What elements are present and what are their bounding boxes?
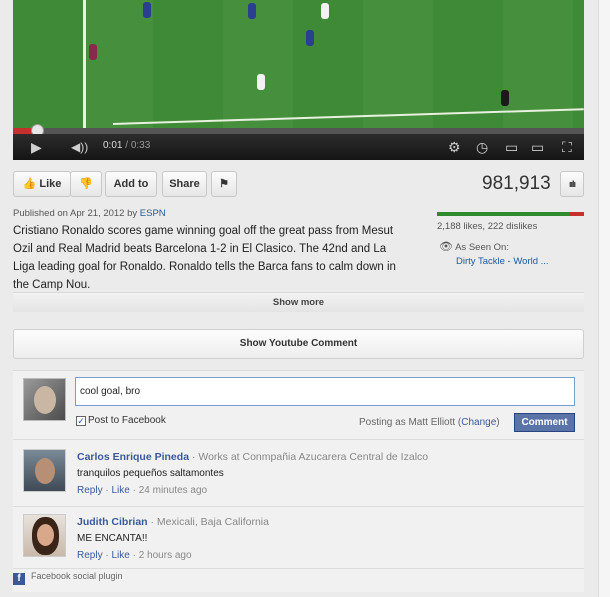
as-seen-on-link[interactable]: Dirty Tackle - World ... <box>456 256 549 267</box>
comment-author: Carlos Enrique Pineda · Works at Conmpañ… <box>77 451 429 463</box>
as-seen-on: 👁 As Seen On: <box>439 241 509 253</box>
view-count: 981,913 <box>482 173 551 194</box>
checkbox-icon[interactable]: ✓ <box>76 416 86 426</box>
like-ratio-bar <box>437 212 584 216</box>
small-player-icon[interactable]: ▭ <box>505 137 518 157</box>
reply-link[interactable]: Reply <box>77 550 103 561</box>
author-link[interactable]: Carlos Enrique Pineda <box>77 451 189 463</box>
comment-text: tranquilos pequeños saltamontes <box>77 468 224 479</box>
add-to-button[interactable]: Add to <box>105 171 157 197</box>
reply-link[interactable]: Reply <box>77 485 103 496</box>
likes-dislikes: 2,188 likes, 222 dislikes <box>437 221 538 232</box>
facebook-comments-plugin: ✓Post to Facebook Posting as Matt Elliot… <box>13 370 584 592</box>
channel-link[interactable]: ESPN <box>140 208 166 219</box>
scrollbar[interactable] <box>598 0 610 597</box>
share-button[interactable]: Share <box>162 171 207 197</box>
author-link[interactable]: Judith Cibrian <box>77 516 148 528</box>
avatar <box>23 378 66 421</box>
flag-icon: ⚑ <box>219 178 229 190</box>
thumbs-up-icon: 👍 <box>22 178 37 190</box>
like-ratio-fill <box>437 212 570 216</box>
published-info: Published on Apr 21, 2012 by ESPN <box>13 208 166 219</box>
like-link[interactable]: Like <box>111 550 129 561</box>
comment-input[interactable] <box>75 377 575 406</box>
divider <box>13 506 584 507</box>
player-controls: ▶ ◀)) 0:01 / 0:33 ⚙ ◷ ▭ ▭ ⛶ <box>13 134 584 160</box>
large-player-icon[interactable]: ▭ <box>531 137 544 157</box>
eye-icon: 👁 <box>439 241 453 253</box>
comment-actions: Reply · Like · 2 hours ago <box>77 550 192 561</box>
thumbs-down-icon: 👎 <box>79 178 93 190</box>
avatar[interactable] <box>23 514 66 557</box>
like-button[interactable]: 👍 Like <box>13 171 71 197</box>
facebook-icon: f <box>13 573 25 585</box>
divider <box>13 568 584 569</box>
facebook-social-plugin[interactable]: f Facebook social plugin <box>13 571 123 585</box>
dislike-button[interactable]: 👎 <box>70 171 102 197</box>
video-player[interactable]: ▶ ◀)) 0:01 / 0:33 ⚙ ◷ ▭ ▭ ⛶ <box>13 0 584 160</box>
divider <box>13 439 584 440</box>
flag-button[interactable]: ⚑ <box>211 171 237 197</box>
volume-icon[interactable]: ◀)) <box>71 137 88 157</box>
posting-as: Posting as Matt Elliott (Change) <box>359 417 500 428</box>
show-youtube-comment-button[interactable]: Show Youtube Comment <box>13 329 584 359</box>
watch-later-icon[interactable]: ◷ <box>476 137 488 157</box>
video-description: Cristiano Ronaldo scores game winning go… <box>13 225 396 291</box>
play-icon[interactable]: ▶ <box>31 137 42 157</box>
show-more-button[interactable]: Show more <box>13 292 584 312</box>
gear-icon[interactable]: ⚙ <box>448 137 461 157</box>
fullscreen-icon[interactable]: ⛶ <box>562 137 572 157</box>
stats-button[interactable]: ıılı <box>560 171 584 197</box>
video-frame[interactable] <box>13 0 584 128</box>
post-to-facebook-checkbox[interactable]: ✓ Post to Facebook <box>76 415 166 426</box>
time-display: 0:01 / 0:33 <box>103 140 151 151</box>
comment-text: ME ENCANTA!! <box>77 533 148 544</box>
bar-chart-icon: ıılı <box>568 179 576 189</box>
like-link[interactable]: Like <box>111 485 129 496</box>
comment-author: Judith Cibrian · Mexicali, Baja Californ… <box>77 516 269 528</box>
comment-button[interactable]: Comment <box>514 413 575 432</box>
change-account-link[interactable]: Change <box>461 417 496 428</box>
avatar[interactable] <box>23 449 66 492</box>
comment-actions: Reply · Like · 24 minutes ago <box>77 485 208 496</box>
page: ▶ ◀)) 0:01 / 0:33 ⚙ ◷ ▭ ▭ ⛶ 👍 Like 👎 Add… <box>0 0 598 597</box>
